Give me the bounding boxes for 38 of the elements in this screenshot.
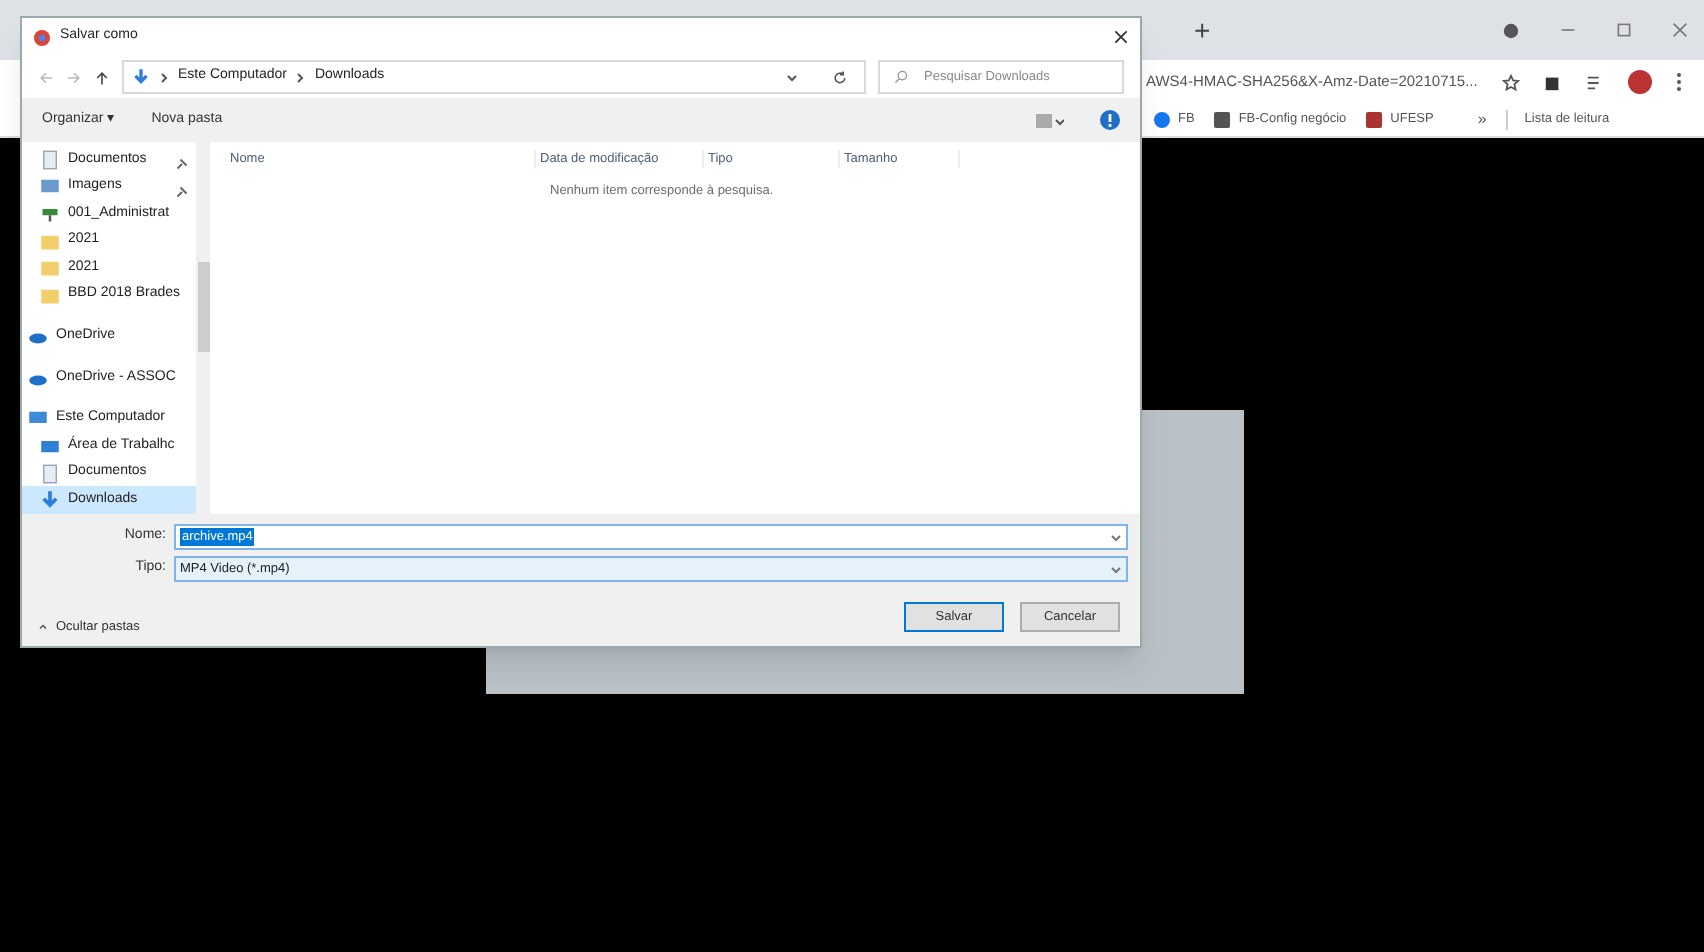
folder-icon [40,258,60,279]
chevron-icon [296,71,305,83]
app-logo-icon [34,29,50,45]
star-icon[interactable] [1501,73,1520,91]
chevron-icon [160,71,168,83]
close-icon[interactable] [1114,30,1128,44]
bookmark-icon [1214,112,1231,128]
image-icon [40,176,60,197]
menu-icon[interactable] [1675,72,1682,92]
download-arrow-icon [132,68,150,86]
scrollbar-thumb[interactable] [197,262,209,352]
help-icon[interactable] [1100,110,1120,130]
new-tab-button[interactable]: + [1194,9,1211,51]
dropdown-chevron-icon[interactable] [786,73,798,81]
document-icon [40,149,60,170]
bookmark-icon [1154,112,1170,128]
refresh-icon[interactable] [832,69,848,85]
dropdown-chevron-icon[interactable] [1110,565,1122,573]
profile-circle-icon[interactable] [1502,21,1520,39]
dropdown-chevron-icon[interactable] [1110,533,1122,541]
media-icon[interactable] [1585,73,1604,91]
folder-icon [40,285,60,306]
chevron-up-icon [38,624,48,631]
desktop-icon [40,435,60,456]
view-options-icon[interactable] [1036,113,1064,127]
search-icon [894,70,908,84]
more-bookmarks[interactable]: » [1477,108,1487,132]
pin-icon [176,185,188,198]
up-arrow-icon[interactable] [94,69,110,85]
document-icon [40,463,60,484]
maximize-icon[interactable] [1616,22,1632,38]
folder-icon [40,231,60,252]
download-arrow-icon [40,490,60,511]
bookmark-icon [1366,112,1383,128]
pin-icon [176,158,188,170]
computer-icon [28,408,48,429]
network-drive-icon [40,203,60,224]
avatar-icon[interactable] [1627,70,1652,94]
